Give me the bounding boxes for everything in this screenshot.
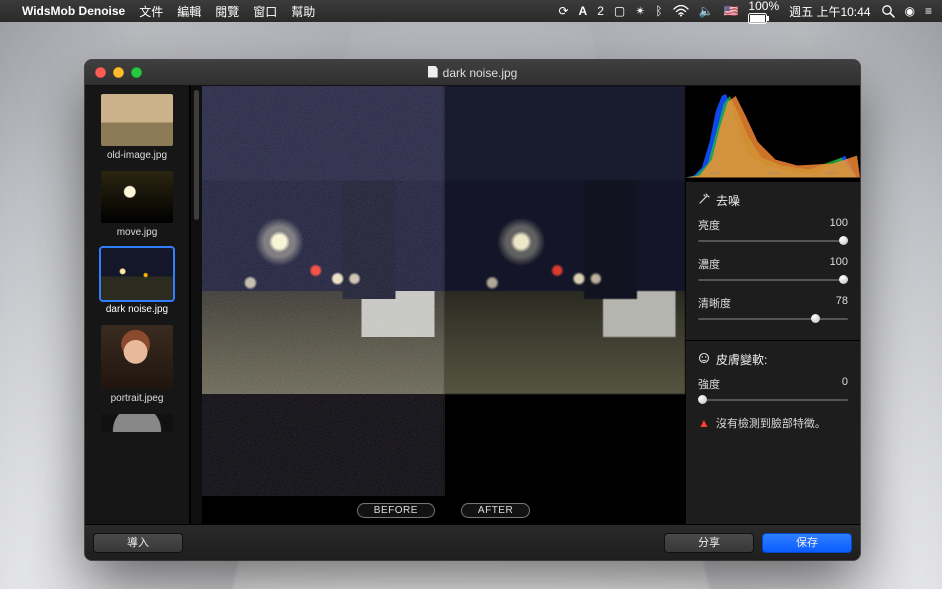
skin-section: 皮膚變軟: 強度 0 ▲ 沒有檢測到臉部特徵。: [686, 340, 860, 437]
window-titlebar[interactable]: dark noise.jpg: [85, 60, 860, 86]
mac-menu-bar: WidsMob Denoise 文件 編輯 閱覽 窗口 幫助 ⟳ A 2 ▢ ✴…: [0, 0, 942, 22]
thumbnail-label: dark noise.jpg: [91, 304, 183, 315]
menu-extra-hand-icon[interactable]: ✴︎: [635, 4, 645, 18]
share-button[interactable]: 分享: [664, 533, 754, 553]
menu-extra-sync-icon[interactable]: ⟳: [558, 4, 568, 18]
thumbnail-item[interactable]: [91, 414, 183, 436]
menu-extra-bluetooth-icon[interactable]: ᛒ: [655, 4, 662, 18]
warning-icon: ▲: [698, 416, 710, 430]
sharpness-control: 清晰度 78: [698, 295, 848, 324]
preview-after: [444, 86, 686, 496]
thumbnail-label: move.jpg: [91, 227, 183, 238]
thumbnail-image: [101, 94, 173, 146]
window-title: dark noise.jpg: [85, 66, 860, 80]
no-face-warning: ▲ 沒有檢測到臉部特徵。: [698, 415, 848, 431]
menu-extra-datetime[interactable]: 週五 上午10:44: [789, 3, 870, 20]
menu-extra-battery[interactable]: 100%: [748, 0, 779, 24]
thumbnail-item[interactable]: move.jpg: [91, 171, 183, 238]
sidebar-scrollbar[interactable]: [190, 86, 202, 524]
controls-panel: --- --- --- 去噪 亮度: [685, 86, 860, 524]
thumbnail-image: [101, 325, 173, 389]
skin-intensity-control: 強度 0: [698, 376, 848, 405]
thumbnail-label: portrait.jpeg: [91, 393, 183, 404]
app-window: dark noise.jpg old-image.jpg move.jpg da…: [85, 60, 860, 560]
chroma-slider[interactable]: [698, 275, 848, 285]
denoise-heading: 去噪: [716, 192, 740, 209]
sharpness-value: 78: [836, 295, 848, 311]
chroma-label: 濃度: [698, 256, 720, 272]
sidebar-scroll-thumb[interactable]: [194, 90, 199, 220]
luminance-label: 亮度: [698, 217, 720, 233]
thumbnail-image: [101, 171, 173, 223]
luminance-slider[interactable]: [698, 236, 848, 246]
desktop-background: WidsMob Denoise 文件 編輯 閱覽 窗口 幫助 ⟳ A 2 ▢ ✴…: [0, 0, 942, 589]
menu-extra-flag[interactable]: 🇺🇸: [723, 4, 738, 18]
menu-extra-volume-icon[interactable]: 🔈: [699, 4, 714, 18]
spotlight-icon[interactable]: [881, 4, 895, 18]
save-button[interactable]: 保存: [762, 533, 852, 553]
skin-intensity-label: 強度: [698, 376, 720, 392]
notification-center-icon[interactable]: ≡: [925, 4, 932, 18]
preview-area[interactable]: BEFORE AFTER: [202, 86, 685, 524]
face-icon: [698, 352, 710, 367]
thumbnail-image: [101, 414, 173, 432]
thumbnail-image: [101, 248, 173, 300]
after-label: AFTER: [461, 503, 530, 518]
preview-divider: [444, 86, 445, 496]
luminance-value: 100: [830, 217, 848, 233]
menu-extra-adobe-icon[interactable]: A: [579, 4, 588, 18]
thumbnail-item[interactable]: dark noise.jpg: [91, 248, 183, 315]
menu-file[interactable]: 文件: [139, 3, 163, 20]
bottom-toolbar: 導入 分享 保存: [85, 524, 860, 560]
chroma-control: 濃度 100: [698, 256, 848, 285]
skin-intensity-slider[interactable]: [698, 395, 848, 405]
before-label: BEFORE: [357, 503, 435, 518]
histogram: --- --- ---: [686, 86, 860, 181]
warning-text: 沒有檢測到臉部特徵。: [716, 415, 826, 431]
preview-before: [202, 86, 444, 496]
skin-heading: 皮膚變軟:: [716, 351, 767, 368]
histogram-readout: ---: [826, 168, 836, 179]
skin-intensity-value: 0: [842, 376, 848, 392]
app-name-menu[interactable]: WidsMob Denoise: [22, 4, 125, 18]
wand-icon: [698, 193, 710, 208]
import-button[interactable]: 導入: [93, 533, 183, 553]
chroma-value: 100: [830, 256, 848, 272]
histogram-readout: ---: [768, 168, 778, 179]
thumbnail-item[interactable]: portrait.jpeg: [91, 325, 183, 404]
document-icon: [428, 66, 438, 78]
histogram-readout: ---: [710, 168, 720, 179]
sharpness-label: 清晰度: [698, 295, 731, 311]
menu-view[interactable]: 閱覽: [215, 3, 239, 20]
thumbnail-sidebar: old-image.jpg move.jpg dark noise.jpg po…: [85, 86, 190, 524]
denoise-section: 去噪 亮度 100 濃度 100: [686, 181, 860, 340]
siri-icon[interactable]: ◉: [905, 4, 915, 18]
menu-help[interactable]: 幫助: [291, 3, 315, 20]
thumbnail-item[interactable]: old-image.jpg: [91, 94, 183, 161]
menu-extra-wifi-icon[interactable]: [673, 5, 689, 17]
menu-window[interactable]: 窗口: [253, 3, 277, 20]
menu-extra-number[interactable]: 2: [597, 4, 604, 18]
sharpness-slider[interactable]: [698, 314, 848, 324]
menu-edit[interactable]: 編輯: [177, 3, 201, 20]
thumbnail-label: old-image.jpg: [91, 150, 183, 161]
menu-extra-cam-icon[interactable]: ▢: [614, 4, 625, 18]
luminance-control: 亮度 100: [698, 217, 848, 246]
